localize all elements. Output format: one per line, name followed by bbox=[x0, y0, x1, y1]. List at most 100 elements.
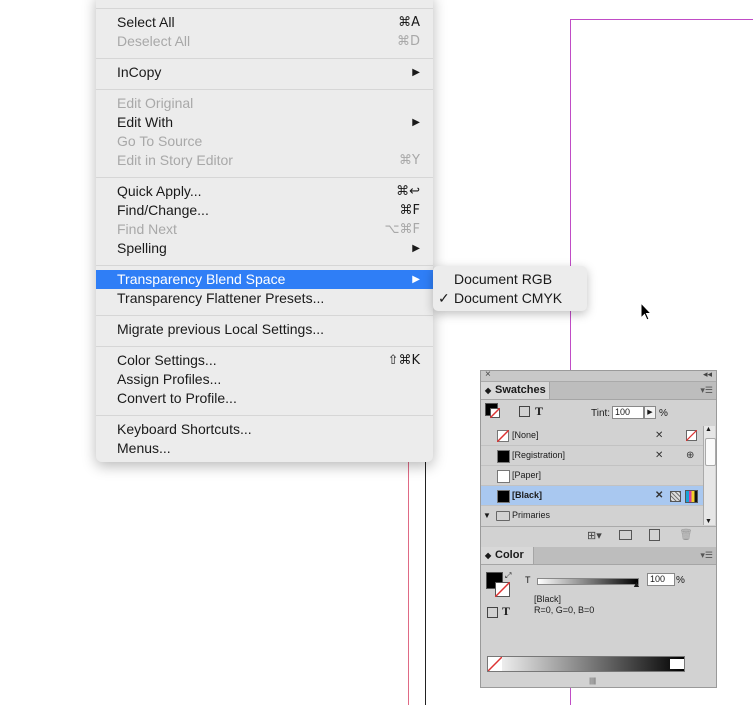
scroll-up-icon[interactable]: ▲ bbox=[705, 426, 712, 433]
swatch-name: [Black] bbox=[512, 490, 543, 500]
menu-item-incopy[interactable]: InCopy ▶ bbox=[96, 63, 433, 82]
menu-item-label: Go To Source bbox=[117, 133, 203, 149]
menu-item-label: InCopy bbox=[117, 64, 162, 80]
margin-guide-top bbox=[570, 19, 753, 20]
tint-dropdown-icon[interactable]: ▶ bbox=[644, 406, 656, 419]
swatches-bottombar: ⊞▾ 🗑 bbox=[481, 526, 716, 546]
new-swatch-icon[interactable] bbox=[649, 529, 660, 541]
menu-item-menus[interactable]: Menus... bbox=[96, 439, 433, 458]
show-swatch-kinds-icon[interactable]: ⊞▾ bbox=[587, 529, 602, 542]
swatch-chip bbox=[497, 490, 510, 503]
menu-item-assign-profiles[interactable]: Assign Profiles... bbox=[96, 370, 433, 389]
menu-item-label: Find Next bbox=[117, 221, 177, 237]
menu-item-label: Spelling bbox=[117, 240, 167, 256]
menu-item-shortcut: ⌘Y bbox=[399, 153, 420, 168]
menu-item-spelling[interactable]: Spelling ▶ bbox=[96, 239, 433, 258]
tint-value-input[interactable]: 100 bbox=[647, 573, 675, 586]
updown-icon: ◆ bbox=[485, 551, 492, 560]
new-color-group-icon[interactable] bbox=[619, 530, 632, 540]
menu-separator bbox=[96, 415, 433, 416]
resize-grip-icon[interactable]: |||||||| bbox=[589, 678, 596, 685]
swatch-row[interactable]: [Registration] ✕ ⊕ bbox=[481, 446, 703, 466]
menu-item-label: Keyboard Shortcuts... bbox=[117, 421, 252, 437]
menu-item-deselect-all[interactable]: Deselect All ⌘D bbox=[96, 32, 433, 51]
text-format-toggle[interactable]: T bbox=[502, 604, 510, 619]
delete-swatch-icon[interactable]: 🗑 bbox=[679, 528, 693, 541]
slider-thumb-icon[interactable]: ▲ bbox=[632, 579, 641, 589]
menu-item-transparency-blend-space[interactable]: Transparency Blend Space ▶ bbox=[96, 270, 433, 289]
menu-item-shortcut: ⌘D bbox=[396, 34, 420, 49]
menu-item-keyboard-shortcuts[interactable]: Keyboard Shortcuts... bbox=[96, 420, 433, 439]
disclosure-triangle-icon[interactable]: ▼ bbox=[483, 506, 491, 525]
menu-item-label: Menus... bbox=[117, 440, 171, 456]
tint-slider[interactable] bbox=[537, 578, 639, 585]
panel-titlebar[interactable]: × ◂◂ bbox=[481, 369, 716, 382]
color-ramp[interactable] bbox=[487, 656, 685, 672]
menu-item-label: Edit With bbox=[117, 114, 174, 130]
tab-label: Swatches bbox=[495, 384, 546, 396]
submenu-item-document-rgb[interactable]: Document RGB bbox=[433, 270, 587, 289]
menu-separator bbox=[96, 89, 433, 90]
submenu-arrow-icon: ▶ bbox=[412, 243, 420, 254]
swatch-group-row[interactable]: ▼ Primaries bbox=[481, 506, 703, 525]
close-icon[interactable]: × bbox=[485, 369, 491, 380]
scroll-down-icon[interactable]: ▼ bbox=[705, 518, 712, 525]
menu-item-transparency-flattener-presets[interactable]: Transparency Flattener Presets... bbox=[96, 289, 433, 308]
tint-channel-label: T bbox=[525, 575, 531, 585]
swatch-row-selected[interactable]: [Black] ✕ bbox=[481, 486, 703, 506]
menu-item-color-settings[interactable]: Color Settings... ⇧⌘K bbox=[96, 351, 433, 370]
stroke-swatch-icon[interactable] bbox=[490, 408, 500, 418]
menu-item-edit-original[interactable]: Edit Original bbox=[96, 94, 433, 113]
noneditable-icon: ✕ bbox=[655, 430, 664, 441]
menu-item-label: Assign Profiles... bbox=[117, 371, 222, 387]
none-swatch-icon bbox=[497, 430, 509, 442]
swatch-row[interactable]: [Paper] bbox=[481, 466, 703, 486]
tint-input[interactable]: 100 bbox=[612, 406, 644, 419]
swatches-tabbar: ◆ Swatches ▾☰ bbox=[481, 382, 716, 400]
tab-label: Color bbox=[495, 549, 524, 561]
menu-item-migrate-local-settings[interactable]: Migrate previous Local Settings... bbox=[96, 320, 433, 339]
menu-separator bbox=[96, 8, 433, 9]
menu-item-shortcut: ⌘F bbox=[399, 203, 420, 218]
tint-percent: % bbox=[676, 575, 685, 586]
menu-item-find-next[interactable]: Find Next ⌥⌘F bbox=[96, 220, 433, 239]
mouse-cursor-icon bbox=[640, 302, 652, 321]
submenu-arrow-icon: ▶ bbox=[412, 274, 420, 285]
white-swatch[interactable] bbox=[670, 659, 684, 669]
collapse-icon[interactable]: ◂◂ bbox=[703, 369, 712, 380]
submenu-item-document-cmyk[interactable]: ✓ Document CMYK bbox=[433, 289, 587, 308]
transparency-blend-space-submenu: Document RGB ✓ Document CMYK bbox=[433, 266, 587, 311]
menu-item-go-to-source[interactable]: Go To Source bbox=[96, 132, 433, 151]
menu-item-edit-with[interactable]: Edit With ▶ bbox=[96, 113, 433, 132]
menu-item-quick-apply[interactable]: Quick Apply... ⌘↩ bbox=[96, 182, 433, 201]
panel-menu-icon[interactable]: ▾☰ bbox=[700, 550, 713, 561]
menu-item-shortcut: ⇧⌘K bbox=[387, 353, 420, 368]
menu-separator bbox=[96, 58, 433, 59]
submenu-arrow-icon: ▶ bbox=[412, 67, 420, 78]
tab-swatches[interactable]: ◆ Swatches bbox=[481, 382, 550, 399]
container-icon[interactable] bbox=[519, 406, 530, 417]
swap-fill-stroke-icon[interactable]: ⤢ bbox=[505, 571, 511, 581]
swatches-scrollbar[interactable]: ▲ ▼ bbox=[703, 426, 716, 525]
scroll-thumb[interactable] bbox=[705, 438, 716, 466]
swatch-row[interactable]: [None] ✕ bbox=[481, 426, 703, 446]
none-swatch-icon[interactable] bbox=[488, 657, 502, 671]
menu-item-select-all[interactable]: Select All ⌘A bbox=[96, 13, 433, 32]
menu-item-shortcut: ⌘A bbox=[398, 15, 420, 30]
tab-color[interactable]: ◆ Color bbox=[481, 547, 534, 564]
panel-menu-icon[interactable]: ▾☰ bbox=[700, 385, 713, 396]
color-values: R=0, G=0, B=0 bbox=[534, 605, 595, 615]
menu-item-label: Color Settings... bbox=[117, 352, 217, 368]
menu-item-label: Deselect All bbox=[117, 33, 191, 49]
menu-item-convert-to-profile[interactable]: Convert to Profile... bbox=[96, 389, 433, 408]
folder-icon bbox=[496, 511, 510, 521]
menu-item-find-change[interactable]: Find/Change... ⌘F bbox=[96, 201, 433, 220]
menu-item-label: Transparency Flattener Presets... bbox=[117, 290, 325, 306]
stroke-swatch-icon[interactable] bbox=[495, 582, 510, 597]
text-format-toggle[interactable]: T bbox=[535, 404, 543, 419]
swatch-name: [None] bbox=[512, 430, 539, 440]
menu-item-label: Select All bbox=[117, 14, 175, 30]
container-icon[interactable] bbox=[487, 607, 498, 618]
menu-item-edit-in-story-editor[interactable]: Edit in Story Editor ⌘Y bbox=[96, 151, 433, 170]
swatch-group-name: Primaries bbox=[512, 510, 551, 520]
